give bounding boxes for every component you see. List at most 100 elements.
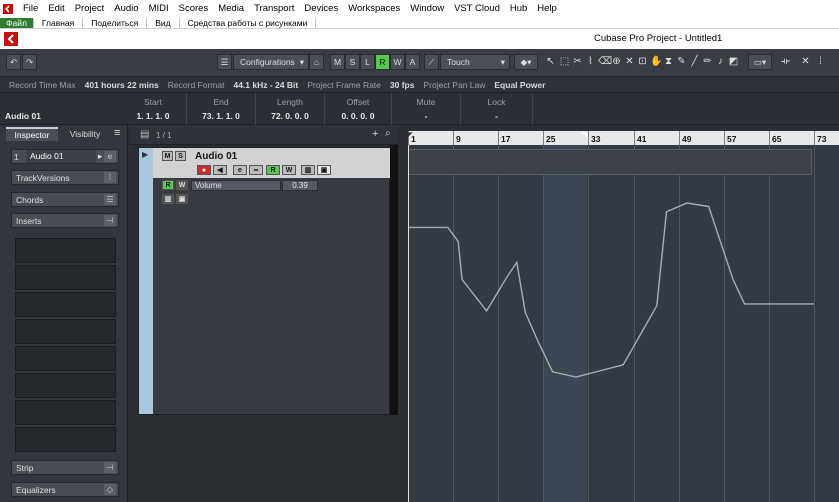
insert-slot-7[interactable] — [15, 400, 116, 425]
hand-tool-icon[interactable]: ✋ — [650, 55, 662, 68]
undo-button[interactable]: ↶ — [6, 54, 21, 70]
track-list-divider[interactable] — [390, 145, 398, 415]
object-selection-tool-icon[interactable]: ↖ — [545, 55, 556, 68]
mute-value[interactable]: - — [392, 111, 460, 121]
start-column[interactable]: Start 1. 1. 1. 0 — [120, 93, 187, 125]
end-column[interactable]: End 73. 1. 1. 0 — [187, 93, 256, 125]
automation-lanes-button[interactable]: ▥ — [162, 194, 174, 204]
ribbon-tab-share[interactable]: Поделиться — [83, 17, 148, 28]
comp-tool-icon[interactable]: ⊡ — [637, 55, 648, 68]
event-display[interactable] — [408, 145, 839, 502]
play-tool-icon[interactable]: ♪ — [715, 55, 726, 68]
left-locator-icon[interactable]: ◤ — [407, 131, 412, 139]
automation-value-field[interactable]: 0.39 — [282, 180, 318, 191]
color-tool-icon[interactable]: ◩ — [728, 55, 739, 68]
mute-button[interactable]: M — [330, 54, 345, 70]
menu-transport[interactable]: Transport — [249, 3, 299, 14]
track-row-audio-01[interactable]: ▶ M S Audio 01 ● ◀ e ∞ R W ▥ ▣ R W Volum… — [138, 147, 391, 415]
length-value[interactable]: 72. 0. 0. 0 — [256, 111, 324, 121]
menu-vst-cloud[interactable]: VST Cloud — [449, 3, 505, 14]
track-write-button[interactable]: W — [282, 165, 296, 175]
menu-midi[interactable]: MIDI — [144, 3, 174, 14]
section-trackversions[interactable]: TrackVersions ⁞ — [11, 170, 119, 185]
edit-channel-button[interactable]: e — [233, 165, 247, 175]
section-strip[interactable]: Strip ⊣ — [11, 460, 119, 475]
tab-visibility[interactable]: Visibility — [62, 127, 108, 141]
lock-column[interactable]: Lock - — [461, 93, 533, 125]
inspector-menu-icon[interactable]: ≡ — [114, 127, 120, 139]
length-column[interactable]: Length 72. 0. 0. 0 — [256, 93, 325, 125]
zoom-tool-icon[interactable]: ⊕ — [611, 55, 622, 68]
menu-media[interactable]: Media — [213, 3, 249, 14]
offset-column[interactable]: Offset 0. 0. 0. 0 — [325, 93, 392, 125]
tab-inspector[interactable]: Inspector — [6, 127, 58, 141]
inspector-track-name[interactable]: Audio 01 — [26, 150, 96, 163]
right-locator-icon[interactable]: ◥ — [582, 131, 587, 139]
start-value[interactable]: 1. 1. 1. 0 — [120, 111, 186, 121]
track-read-button[interactable]: R — [266, 165, 280, 175]
insert-slot-3[interactable] — [15, 292, 116, 317]
draw-tool-icon[interactable]: ✎ — [676, 55, 687, 68]
insert-slot-5[interactable] — [15, 346, 116, 371]
home-button[interactable]: ⌂ — [309, 54, 324, 70]
mute-tool-icon[interactable]: ✕ — [624, 55, 635, 68]
listen-button[interactable]: L — [360, 54, 375, 70]
project-ruler[interactable]: 1 9 17 25 33 41 49 57 65 73 ◤ ◥ — [407, 131, 839, 145]
automation-mode-icon-button[interactable]: ⟋ — [424, 54, 439, 70]
menu-hub[interactable]: Hub — [505, 3, 532, 14]
solo-button[interactable]: S — [345, 54, 360, 70]
configurations-list-button[interactable]: ☰ — [217, 54, 232, 70]
track-list-options-icon[interactable]: ▤ — [140, 129, 149, 140]
insert-slot-6[interactable] — [15, 373, 116, 398]
configurations-dropdown[interactable]: Configurations ▾ — [233, 54, 309, 70]
automation-mode-dropdown[interactable]: Touch ▾ — [440, 54, 510, 70]
menu-scores[interactable]: Scores — [174, 3, 214, 14]
track-name[interactable]: Audio 01 — [195, 151, 237, 162]
lock-value[interactable]: - — [461, 111, 532, 121]
insert-slot-2[interactable] — [15, 265, 116, 290]
monitor-button[interactable]: ◀ — [213, 165, 227, 175]
ribbon-tab-file[interactable]: Файл — [0, 17, 34, 28]
range-selection-tool-icon[interactable]: ⬚ — [559, 55, 570, 68]
track-solo-button[interactable]: S — [175, 151, 186, 161]
pencil-tool-icon[interactable]: ✏ — [702, 55, 713, 68]
menu-window[interactable]: Window — [405, 3, 449, 14]
grid-icon[interactable]: ⁞ — [815, 55, 826, 68]
display-options-button[interactable]: ▭▾ — [748, 54, 772, 70]
ribbon-tab-view[interactable]: Вид — [147, 17, 180, 28]
section-inserts[interactable]: Inserts ⊣ — [11, 213, 119, 228]
record-enable-button[interactable]: ● — [197, 165, 211, 175]
ribbon-tab-home[interactable]: Главная — [34, 17, 84, 28]
automation-read-button[interactable]: R — [162, 180, 174, 190]
menu-project[interactable]: Project — [70, 3, 110, 14]
redo-button[interactable]: ↷ — [22, 54, 37, 70]
menu-audio[interactable]: Audio — [109, 3, 143, 14]
autoscroll-button[interactable]: ◆▾ — [514, 54, 538, 70]
automation-button[interactable]: A — [405, 54, 420, 70]
glue-tool-icon[interactable]: ⌇ — [585, 55, 596, 68]
menu-workspaces[interactable]: Workspaces — [343, 3, 405, 14]
project-cursor[interactable] — [408, 145, 409, 502]
menu-help[interactable]: Help — [532, 3, 562, 14]
link-button[interactable]: ∞ — [249, 165, 263, 175]
insert-slot-1[interactable] — [15, 238, 116, 263]
section-equalizers[interactable]: Equalizers ◇ — [11, 482, 119, 497]
write-button[interactable]: W — [390, 54, 405, 70]
automation-lock-button[interactable]: ▣ — [176, 194, 188, 204]
quantize-icon[interactable]: ✕ — [800, 55, 811, 68]
split-tool-icon[interactable]: ✂ — [572, 55, 583, 68]
section-chords[interactable]: Chords ☰ — [11, 192, 119, 207]
erase-tool-icon[interactable]: ⌫ — [598, 55, 612, 68]
timewarp-tool-icon[interactable]: ⧗ — [663, 55, 674, 68]
lanes-button[interactable]: ▥ — [301, 165, 315, 175]
menu-file[interactable]: File — [18, 3, 43, 14]
expand-triangle-icon[interactable]: ▶ — [142, 150, 148, 159]
read-button[interactable]: R — [375, 54, 390, 70]
insert-slot-4[interactable] — [15, 319, 116, 344]
inspector-track-header[interactable]: 1 Audio 01 ▸ e — [11, 149, 119, 164]
edit-channel-icon[interactable]: e — [104, 151, 116, 162]
snap-icon[interactable]: ⟛ — [780, 55, 791, 68]
track-mute-button[interactable]: M — [162, 151, 173, 161]
insert-slot-8[interactable] — [15, 427, 116, 452]
ribbon-tab-picture-tools[interactable]: Средства работы с рисунками — [180, 17, 317, 28]
